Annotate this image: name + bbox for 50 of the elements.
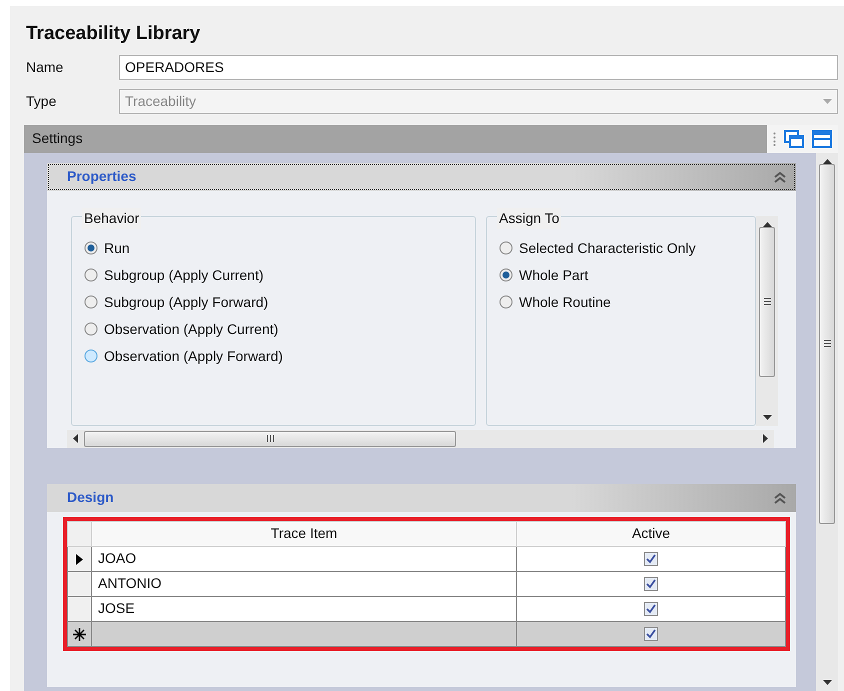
- vertical-scrollbar[interactable]: [816, 152, 838, 691]
- scroll-left-icon[interactable]: [73, 434, 78, 443]
- row-header[interactable]: [68, 546, 92, 571]
- table-cell[interactable]: JOAO: [92, 546, 516, 571]
- checkbox[interactable]: [644, 577, 658, 592]
- scroll-down-icon[interactable]: [822, 680, 832, 685]
- row-header[interactable]: [68, 621, 92, 646]
- table-cell[interactable]: JOSE: [92, 596, 516, 621]
- column-header[interactable]: Active: [516, 521, 786, 546]
- radio-option[interactable]: Observation (Apply Current): [84, 316, 465, 342]
- collapse-icon[interactable]: [774, 170, 786, 182]
- grip-icon: [824, 340, 830, 347]
- grip-icon: [764, 298, 770, 305]
- radio-option[interactable]: Subgroup (Apply Current): [84, 262, 465, 288]
- field-label: Type: [25, 92, 58, 111]
- checkbox[interactable]: [644, 552, 658, 566]
- column-header[interactable]: Trace Item: [92, 521, 516, 546]
- current-row-icon: [76, 554, 83, 565]
- radio-option[interactable]: Run: [84, 234, 465, 262]
- group-title: Behavior: [82, 208, 142, 228]
- check-icon: [646, 629, 656, 640]
- collapse-icon[interactable]: [774, 492, 786, 504]
- name-field[interactable]: OPERADORES: [119, 54, 838, 80]
- section-header[interactable]: Design: [47, 484, 796, 512]
- scroll-right-icon[interactable]: [763, 434, 768, 443]
- radio-option[interactable]: Subgroup (Apply Forward): [84, 288, 465, 316]
- windows-icon[interactable]: [784, 130, 804, 148]
- check-icon: [646, 604, 656, 614]
- caret-icon: [823, 98, 832, 104]
- checkbox[interactable]: [644, 602, 658, 616]
- radio-option[interactable]: Selected Characteristic Only: [499, 234, 745, 262]
- grip-icon: [773, 132, 776, 146]
- horizontal-scrollbar[interactable]: [67, 430, 774, 448]
- grip-icon: [266, 435, 274, 442]
- layout-icon[interactable]: [812, 130, 832, 148]
- field-label: Name: [25, 58, 64, 76]
- check-icon: [646, 554, 656, 564]
- table-cell[interactable]: ANTONIO: [92, 571, 516, 596]
- check-icon: [646, 579, 656, 590]
- window-title: Traceability Library: [26, 22, 202, 46]
- new-row-icon: [73, 628, 86, 641]
- checkbox[interactable]: [644, 627, 658, 642]
- radio-option[interactable]: Observation (Apply Forward): [84, 342, 465, 370]
- section-header[interactable]: Properties: [47, 162, 796, 190]
- radio-option[interactable]: Whole Routine: [499, 288, 745, 316]
- vertical-scrollbar[interactable]: [756, 216, 778, 426]
- scroll-down-icon[interactable]: [762, 414, 772, 420]
- panel-title: Settings: [32, 129, 83, 148]
- group-title: Assign To: [497, 208, 562, 228]
- radio-option[interactable]: Whole Part: [499, 262, 745, 288]
